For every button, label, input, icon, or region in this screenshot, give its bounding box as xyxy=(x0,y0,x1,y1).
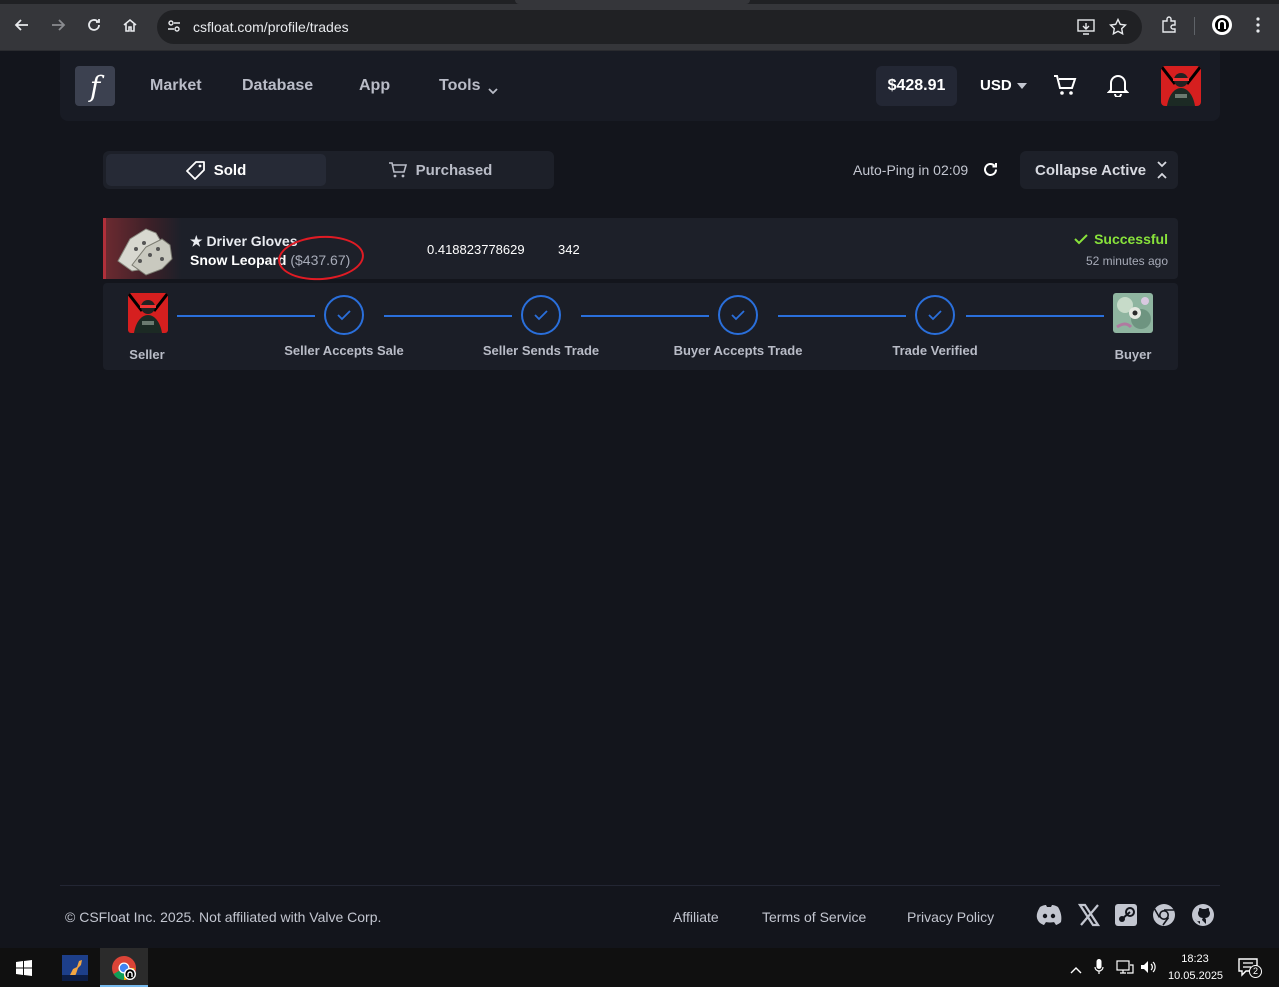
footer-terms[interactable]: Terms of Service xyxy=(762,909,866,925)
step-label: Seller Sends Trade xyxy=(482,343,600,358)
footer-affiliate[interactable]: Affiliate xyxy=(673,909,719,925)
cart-icon[interactable] xyxy=(1053,73,1077,102)
progress-line xyxy=(966,315,1104,317)
step-buyer-accepts xyxy=(718,295,758,335)
step-label: Buyer Accepts Trade xyxy=(673,343,803,358)
csfloat-logo[interactable]: f xyxy=(75,66,115,106)
windows-start-icon[interactable] xyxy=(0,948,48,987)
volume-icon[interactable] xyxy=(1140,960,1158,979)
item-name[interactable]: ★ Driver Gloves xyxy=(190,233,298,250)
profile-icon[interactable] xyxy=(1211,14,1233,36)
seller-label: Seller xyxy=(129,347,165,362)
extensions-icon[interactable] xyxy=(1158,14,1180,36)
check-icon xyxy=(337,310,351,321)
trade-row[interactable]: ★ Driver Gloves Snow Leopard ($437.67) 0… xyxy=(103,218,1178,283)
network-icon[interactable] xyxy=(1116,960,1134,979)
tab-strip xyxy=(0,0,1279,4)
refresh-icon[interactable] xyxy=(982,161,999,183)
chrome-taskbar-icon[interactable] xyxy=(100,948,148,987)
check-icon xyxy=(928,310,942,321)
microphone-icon[interactable] xyxy=(1094,959,1104,980)
x-icon[interactable] xyxy=(1077,903,1101,932)
check-icon xyxy=(731,310,745,321)
tab-purchased[interactable]: Purchased xyxy=(329,154,551,186)
buyer-avatar[interactable] xyxy=(1113,293,1153,333)
item-thumbnail xyxy=(103,218,181,279)
paint-seed: 342 xyxy=(558,242,580,257)
trade-progress: Seller Seller Accepts Sale Seller Sends … xyxy=(103,283,1178,370)
github-icon[interactable] xyxy=(1191,903,1215,932)
nav-app[interactable]: App xyxy=(359,77,390,95)
progress-line xyxy=(778,315,906,317)
progress-line xyxy=(384,315,512,317)
progress-line xyxy=(177,315,315,317)
chrome-icon[interactable] xyxy=(1152,903,1176,932)
home-icon[interactable] xyxy=(119,14,141,36)
nav-tools[interactable]: Tools xyxy=(439,77,480,95)
progress-line xyxy=(581,315,709,317)
cs-app-icon[interactable] xyxy=(51,948,99,987)
tray-expand-icon[interactable] xyxy=(1070,961,1082,979)
glove-image xyxy=(117,228,173,276)
tab-purchased-label: Purchased xyxy=(415,161,493,179)
collapse-chevrons-icon xyxy=(1157,161,1167,179)
seller-avatar[interactable] xyxy=(128,293,168,333)
trade-tabs: Sold Purchased xyxy=(103,151,554,189)
tag-icon xyxy=(185,161,205,180)
url-text[interactable]: csfloat.com/profile/trades xyxy=(193,19,349,35)
clock-time: 18:23 xyxy=(1181,953,1209,965)
browser-toolbar: csfloat.com/profile/trades xyxy=(0,0,1279,51)
steam-icon[interactable] xyxy=(1114,903,1138,932)
tab-sold-label: Sold xyxy=(213,161,247,179)
caret-down-icon xyxy=(1016,82,1027,89)
collapse-active-label: Collapse Active xyxy=(1035,161,1147,179)
currency-selector[interactable]: USD xyxy=(980,77,1027,94)
cart-icon xyxy=(388,162,407,178)
notifications-icon[interactable]: 2 xyxy=(1238,958,1262,983)
step-seller-sends xyxy=(521,295,561,335)
install-app-icon[interactable] xyxy=(1077,18,1095,41)
address-bar[interactable]: csfloat.com/profile/trades xyxy=(157,10,1142,44)
forward-icon[interactable] xyxy=(47,14,69,36)
currency-label: USD xyxy=(980,77,1012,94)
check-icon xyxy=(534,310,548,321)
nav-database[interactable]: Database xyxy=(242,77,313,95)
buyer-label: Buyer xyxy=(1114,347,1152,362)
step-label: Trade Verified xyxy=(892,343,978,358)
status-label: Successful xyxy=(1094,231,1168,247)
user-avatar[interactable] xyxy=(1161,66,1201,106)
item-skin-name: Snow Leopard xyxy=(190,252,287,268)
active-tab[interactable] xyxy=(515,0,750,4)
footer-privacy[interactable]: Privacy Policy xyxy=(907,909,994,925)
site-header: f Market Database App Tools $428.91 USD xyxy=(60,51,1220,121)
copyright: © CSFloat Inc. 2025. Not affiliated with… xyxy=(65,909,382,925)
notification-count: 2 xyxy=(1249,965,1262,978)
footer-divider xyxy=(60,885,1220,886)
back-icon[interactable] xyxy=(11,14,33,36)
step-label: Seller Accepts Sale xyxy=(284,343,404,358)
chevron-down-icon[interactable] xyxy=(487,82,499,100)
bookmark-star-icon[interactable] xyxy=(1108,17,1128,41)
nav-market[interactable]: Market xyxy=(150,77,202,95)
windows-taskbar: 18:23 10.05.2025 2 xyxy=(0,948,1279,987)
trade-time: 52 minutes ago xyxy=(1085,254,1168,268)
tab-sold[interactable]: Sold xyxy=(106,154,326,186)
float-value: 0.418823778629 xyxy=(427,242,525,257)
autoping-timer: Auto-Ping in 02:09 xyxy=(853,162,969,178)
reload-icon[interactable] xyxy=(83,14,105,36)
balance-button[interactable]: $428.91 xyxy=(876,66,957,106)
trade-status: Successful xyxy=(1074,231,1168,247)
discord-icon[interactable] xyxy=(1035,903,1063,932)
collapse-active-button[interactable]: Collapse Active xyxy=(1020,151,1178,189)
step-seller-accepts xyxy=(324,295,364,335)
tray-clock[interactable]: 18:23 10.05.2025 xyxy=(1168,951,1224,985)
bell-icon[interactable] xyxy=(1106,73,1130,102)
clock-date: 10.05.2025 xyxy=(1168,970,1224,982)
check-icon xyxy=(1074,234,1088,245)
toolbar-divider xyxy=(1194,17,1195,35)
site-info-icon[interactable] xyxy=(166,18,182,39)
step-trade-verified xyxy=(915,295,955,335)
menu-dots-icon[interactable] xyxy=(1247,14,1269,36)
